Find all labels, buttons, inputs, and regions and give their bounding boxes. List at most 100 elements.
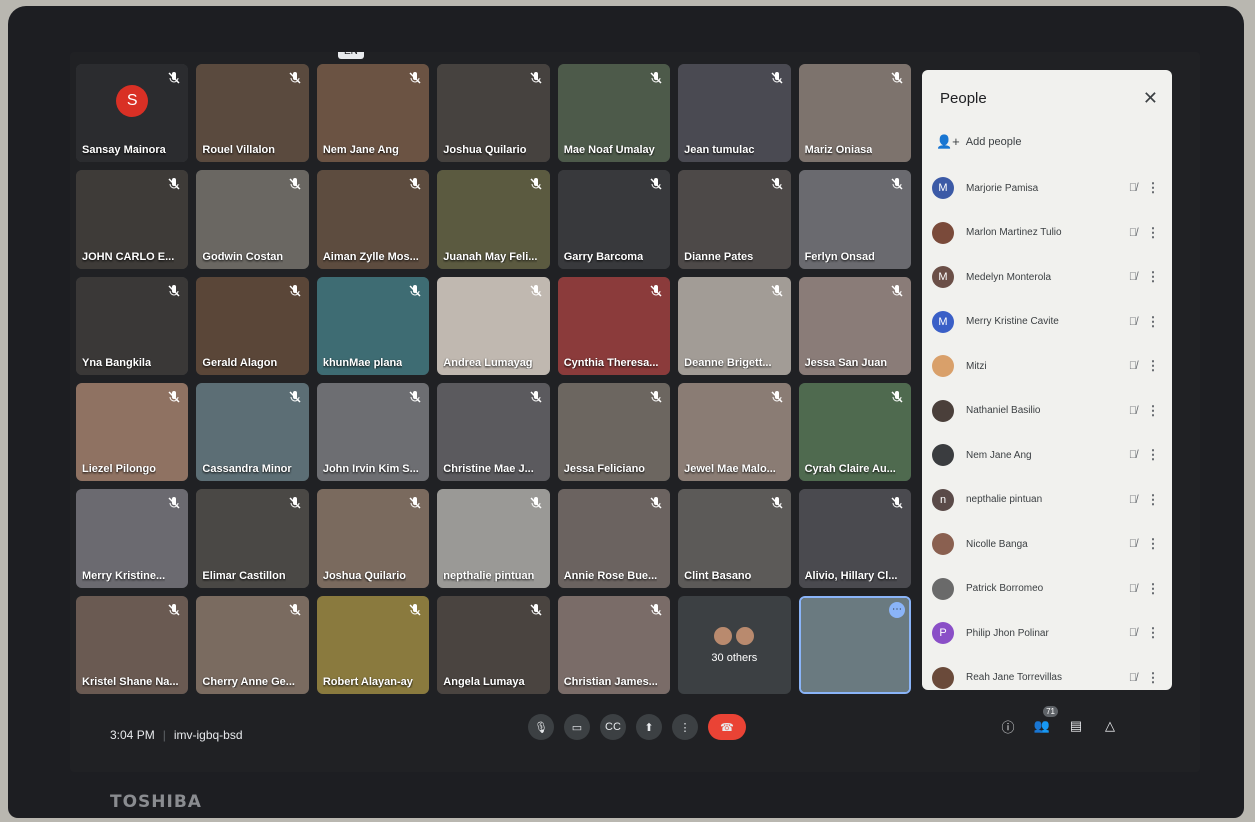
mic-off-icon bbox=[769, 283, 785, 299]
others-tile[interactable]: 30 others bbox=[678, 595, 791, 694]
participant-tile[interactable]: Annie Rose Bue... bbox=[557, 489, 671, 588]
participant-tile[interactable]: nepthalie pintuan bbox=[437, 489, 550, 588]
present-icon: ⬆ bbox=[644, 721, 654, 734]
participant-tile[interactable]: Joshua Quilario bbox=[316, 489, 430, 588]
participant-avatar: M bbox=[932, 266, 954, 289]
participant-tile[interactable]: Yna Bangkila bbox=[76, 276, 189, 375]
participant-tile[interactable]: Cyrah Claire Au... bbox=[798, 383, 911, 482]
participant-tile[interactable]: Jessa Feliciano bbox=[557, 383, 671, 482]
language-selector[interactable]: EN bbox=[338, 52, 364, 59]
more-vert-icon[interactable]: ⋮ bbox=[1144, 180, 1162, 196]
more-vert-icon[interactable]: ⋮ bbox=[1144, 536, 1162, 552]
participant-tile[interactable]: khunMae plana bbox=[316, 276, 430, 375]
participant-name: Jean tumulac bbox=[684, 144, 755, 157]
close-icon[interactable]: ✕ bbox=[1143, 88, 1158, 109]
participant-tile[interactable]: Gerald Alagon bbox=[196, 276, 309, 375]
more-vert-icon[interactable]: ⋮ bbox=[1144, 225, 1162, 241]
participant-tile[interactable]: Dianne Pates bbox=[678, 170, 791, 269]
participant-tile[interactable]: Nem Jane Ang bbox=[316, 64, 430, 163]
participant-tile[interactable]: Angela Lumaya bbox=[437, 595, 550, 694]
more-horiz-icon[interactable]: ⋯ bbox=[889, 601, 905, 618]
participant-tile[interactable]: Jean tumulac bbox=[678, 64, 791, 163]
participant-row[interactable]: M Medelyn Monterola 🎙̸ ⋮ bbox=[932, 255, 1162, 300]
present-button[interactable]: ⬆ bbox=[636, 714, 662, 740]
add-people-button[interactable]: 👤+ Add people bbox=[936, 134, 1021, 150]
participant-tile[interactable]: Cassandra Minor bbox=[196, 383, 309, 482]
chat-button[interactable]: ▤ bbox=[1066, 716, 1086, 736]
more-vert-icon[interactable]: ⋮ bbox=[1144, 625, 1162, 641]
participant-tile[interactable]: Merry Kristine... bbox=[76, 489, 189, 588]
participant-tile[interactable]: Alivio, Hillary Cl... bbox=[798, 489, 911, 588]
info-button[interactable]: ⓘ bbox=[998, 716, 1018, 736]
participant-tile[interactable]: Mariz Oniasa bbox=[798, 64, 911, 163]
participant-tile[interactable]: JOHN CARLO E... bbox=[76, 170, 189, 269]
participant-row[interactable]: Nem Jane Ang 🎙̸ ⋮ bbox=[932, 433, 1162, 478]
activities-button[interactable]: △ bbox=[1100, 716, 1120, 736]
participant-row[interactable]: M Merry Kristine Cavite 🎙̸ ⋮ bbox=[932, 300, 1162, 345]
participant-row[interactable]: P Philip Jhon Polinar 🎙̸ ⋮ bbox=[932, 611, 1162, 656]
participant-tile[interactable]: Godwin Costan bbox=[196, 170, 309, 269]
participant-tile[interactable]: Mae Noaf Umalay bbox=[557, 64, 671, 163]
participant-name: Andrea Lumayag bbox=[443, 357, 533, 369]
participant-name: Ferlyn Onsad bbox=[804, 250, 875, 263]
participant-tile[interactable]: Rouel Villalon bbox=[196, 64, 309, 163]
participant-row[interactable]: Marlon Martinez Tulio 🎙̸ ⋮ bbox=[932, 211, 1162, 256]
participant-row[interactable]: Mitzi 🎙̸ ⋮ bbox=[932, 344, 1162, 389]
participant-tile[interactable]: Jessa San Juan bbox=[798, 276, 911, 375]
more-vert-icon[interactable]: ⋮ bbox=[1144, 314, 1162, 330]
participant-row[interactable]: n nepthalie pintuan 🎙̸ ⋮ bbox=[932, 478, 1162, 523]
participant-tile[interactable]: Andrea Lumayag bbox=[437, 276, 550, 375]
leave-call-button[interactable]: ☎ bbox=[708, 714, 746, 740]
call-controls: 🎙 ▭ CC ⬆ ⋮ ☎ bbox=[528, 714, 746, 740]
participant-name: Yna Bangkila bbox=[82, 357, 152, 369]
participant-tile[interactable]: Christian James... bbox=[557, 595, 671, 694]
more-vert-icon[interactable]: ⋮ bbox=[1144, 269, 1162, 285]
captions-button[interactable]: CC bbox=[600, 714, 626, 740]
more-vert-icon[interactable]: ⋮ bbox=[1144, 358, 1162, 374]
participant-tile[interactable]: Sansay Mainora S bbox=[76, 64, 189, 163]
mic-off-icon bbox=[166, 389, 182, 405]
more-vert-icon[interactable]: ⋮ bbox=[1144, 403, 1162, 419]
participant-tile[interactable]: Christine Mae J... bbox=[437, 383, 550, 482]
self-view-tile[interactable]: ⋯ bbox=[798, 595, 911, 694]
participant-row[interactable]: M Marjorie Pamisa 🎙̸ ⋮ bbox=[932, 166, 1162, 211]
participant-tile[interactable]: Aiman Zylle Mos... bbox=[316, 170, 430, 269]
participant-tile[interactable]: Joshua Quilario bbox=[437, 64, 550, 163]
participant-tile[interactable]: Garry Barcoma bbox=[557, 170, 671, 269]
mic-off-icon bbox=[889, 495, 905, 511]
camera-button[interactable]: ▭ bbox=[564, 714, 590, 740]
more-options-button[interactable]: ⋮ bbox=[672, 714, 698, 740]
participant-name: khunMae plana bbox=[322, 357, 403, 369]
people-button[interactable]: 👥 71 bbox=[1032, 706, 1058, 736]
participant-tile[interactable]: John Irvin Kim S... bbox=[316, 383, 430, 482]
participant-tile[interactable]: Kristel Shane Na... bbox=[76, 595, 189, 694]
mic-off-icon bbox=[287, 495, 303, 511]
more-vert-icon[interactable]: ⋮ bbox=[1144, 581, 1162, 597]
participant-tile[interactable]: Elimar Castillon bbox=[196, 489, 309, 588]
add-person-icon: 👤+ bbox=[936, 134, 960, 149]
more-vert-icon[interactable]: ⋮ bbox=[1144, 670, 1162, 686]
participant-row[interactable]: Patrick Borromeo 🎙̸ ⋮ bbox=[932, 567, 1162, 612]
participant-tile[interactable]: Jewel Mae Malo... bbox=[678, 383, 791, 482]
participant-tile[interactable]: Liezel Pilongo bbox=[76, 383, 189, 482]
participant-tile[interactable]: Deanne Brigett... bbox=[678, 276, 791, 375]
participant-row[interactable]: Nathaniel Basilio 🎙̸ ⋮ bbox=[932, 389, 1162, 434]
participant-avatar bbox=[932, 221, 954, 244]
more-vert-icon[interactable]: ⋮ bbox=[1144, 492, 1162, 508]
participant-row[interactable]: Reah Jane Torrevillas 🎙̸ ⋮ bbox=[932, 656, 1162, 691]
participant-row[interactable]: Nicolle Banga 🎙̸ ⋮ bbox=[932, 522, 1162, 567]
mic-off-icon: 🎙̸ bbox=[1128, 493, 1138, 506]
participant-name: Aiman Zylle Mos... bbox=[322, 250, 419, 263]
participant-tile[interactable]: Cherry Anne Ge... bbox=[196, 595, 309, 694]
participant-row-name: Philip Jhon Polinar bbox=[966, 627, 1049, 639]
participant-tile[interactable]: Robert Alayan-ay bbox=[316, 595, 430, 694]
mic-button[interactable]: 🎙 bbox=[528, 714, 554, 740]
participant-name: Cherry Anne Ge... bbox=[202, 676, 295, 688]
participant-tile[interactable]: Cynthia Theresa... bbox=[557, 276, 671, 375]
participant-name: Merry Kristine... bbox=[82, 569, 166, 582]
participant-tile[interactable]: Juanah May Feli... bbox=[437, 170, 550, 269]
more-vert-icon[interactable]: ⋮ bbox=[1144, 447, 1162, 463]
participant-avatar: P bbox=[932, 622, 954, 645]
participant-tile[interactable]: Ferlyn Onsad bbox=[798, 170, 911, 269]
participant-tile[interactable]: Clint Basano bbox=[678, 489, 791, 588]
